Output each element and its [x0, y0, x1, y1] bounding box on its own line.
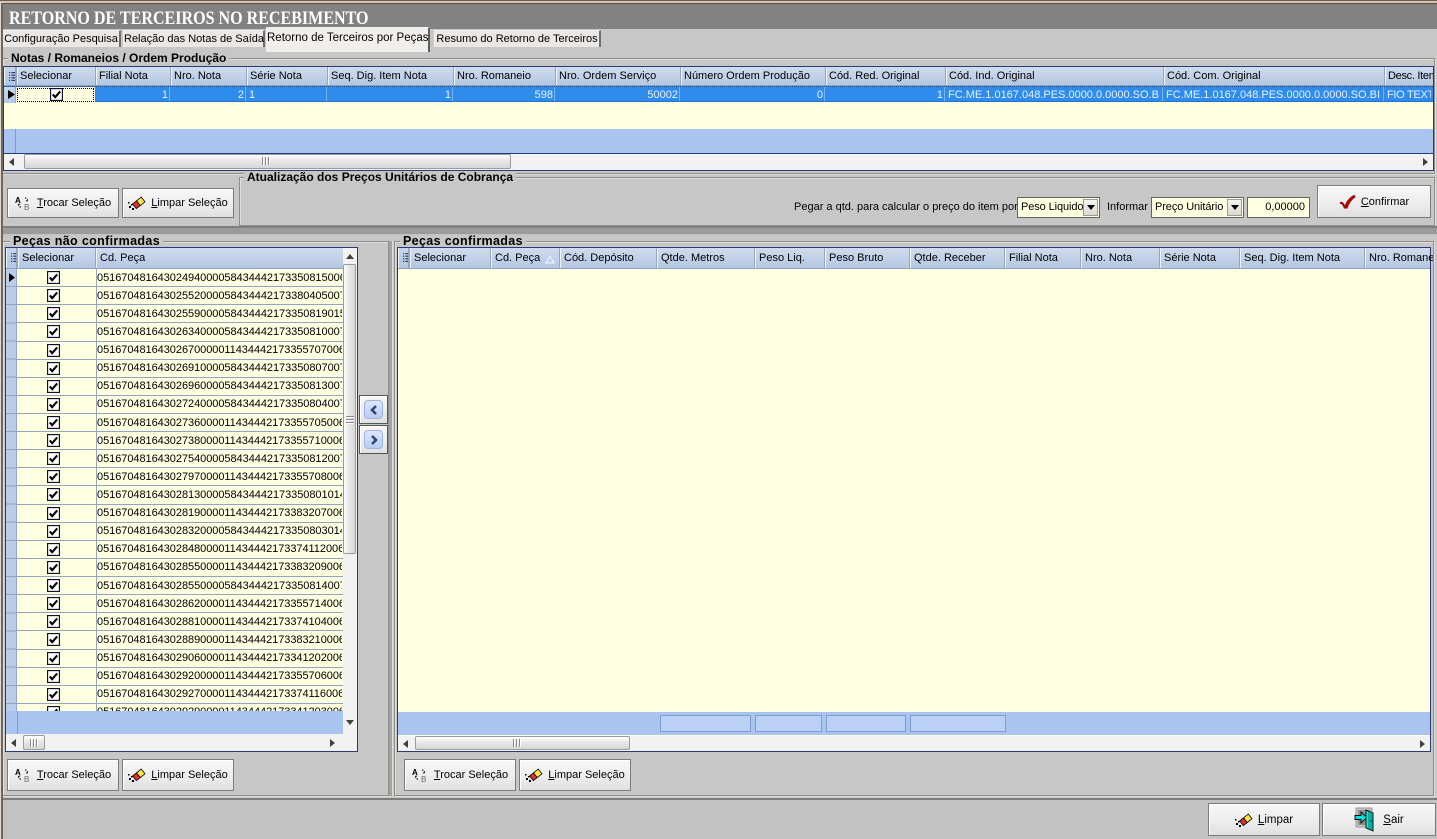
svg-text:A: A	[15, 768, 21, 777]
svg-text:B: B	[24, 203, 29, 211]
svg-text:B: B	[24, 775, 29, 783]
svg-text:B: B	[421, 775, 426, 783]
svg-text:A: A	[15, 196, 21, 205]
svg-text:A: A	[412, 768, 418, 777]
